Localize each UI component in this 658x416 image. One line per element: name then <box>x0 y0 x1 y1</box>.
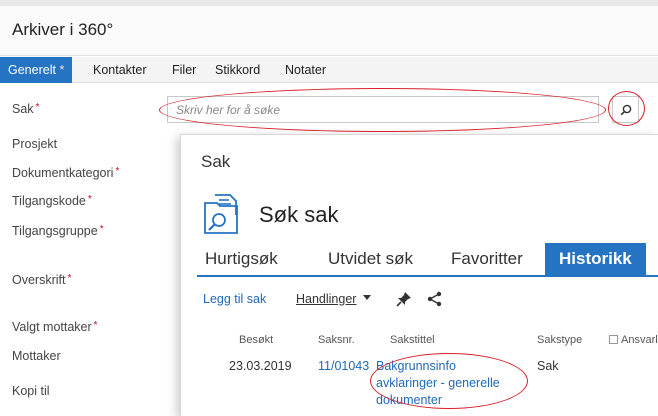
document-search-icon <box>204 194 238 234</box>
caret-down-icon <box>362 295 371 300</box>
col-header-visited[interactable]: Besøkt <box>239 334 273 346</box>
label-tilgangskode: Tilgangskode * <box>12 194 92 208</box>
col-header-title[interactable]: Sakstittel <box>390 334 435 346</box>
label-valgt-mottaker: Valgt mottaker * <box>12 320 98 334</box>
label-tilgangsgruppe: Tilgangsgruppe * <box>12 224 104 238</box>
tab-label: Generelt <box>8 63 56 77</box>
actions-label: Handlinger <box>296 292 357 306</box>
col-header-type[interactable]: Sakstype <box>537 334 582 346</box>
tab-favoritter[interactable]: Favoritter <box>451 249 523 269</box>
label-mottaker: Mottaker <box>12 349 61 363</box>
sak-search-button[interactable] <box>612 96 639 123</box>
col-header-case-no[interactable]: Saksnr. <box>318 334 355 346</box>
select-all-checkbox[interactable] <box>609 335 618 344</box>
tab-stikkord[interactable]: Stikkord <box>215 57 260 83</box>
search-icon <box>620 104 632 116</box>
label-overskrift: Overskrift * <box>12 273 72 287</box>
actions-menu[interactable]: Handlinger <box>296 292 371 306</box>
required-marker: * <box>59 63 65 77</box>
panel-tabs: Hurtigsøk Utvidet søk Favoritter Histori… <box>197 243 658 277</box>
col-header-responsible[interactable]: Ansvarl <box>609 334 658 346</box>
cell-case-no[interactable]: 11/01043 <box>318 359 369 373</box>
tab-bar: Generelt * Kontakter Filer Stikkord Nota… <box>0 57 658 83</box>
share-icon[interactable] <box>427 291 442 307</box>
cell-case-title[interactable]: Bakgrunnsinfo avklaringer - generelle do… <box>376 358 516 409</box>
label-dokumentkategori: Dokumentkategori * <box>12 166 120 180</box>
panel-title: Sak <box>201 152 231 171</box>
sak-search-input[interactable] <box>167 96 599 123</box>
cell-visited: 23.03.2019 <box>229 359 292 373</box>
tab-generelt[interactable]: Generelt * <box>0 57 73 83</box>
tab-notater[interactable]: Notater <box>285 57 326 83</box>
tab-utvidet-sok[interactable]: Utvidet søk <box>328 249 413 269</box>
add-case-link[interactable]: Legg til sak <box>203 292 266 306</box>
tab-historikk[interactable]: Historikk <box>545 243 646 277</box>
cell-case-type: Sak <box>537 359 559 373</box>
tab-hurtigsok[interactable]: Hurtigsøk <box>205 249 278 269</box>
tab-filer[interactable]: Filer <box>172 57 196 83</box>
window-title: Arkiver i 360° <box>12 20 114 39</box>
tab-kontakter[interactable]: Kontakter <box>93 57 147 83</box>
label-kopi-til: Kopi til <box>12 384 50 398</box>
panel-heading: Søk sak <box>259 202 339 227</box>
app-header: Arkiver i 360° <box>0 6 658 56</box>
label-sak: Sak * <box>12 102 40 116</box>
pin-icon[interactable] <box>396 291 412 307</box>
label-prosjekt: Prosjekt <box>12 137 58 151</box>
